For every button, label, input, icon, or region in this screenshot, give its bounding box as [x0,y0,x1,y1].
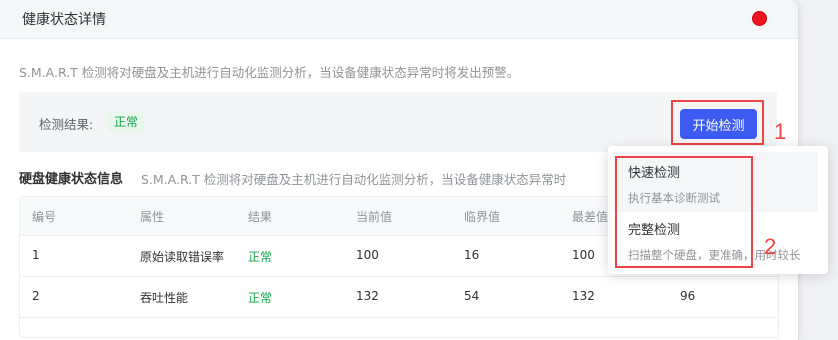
panel-title: 健康状态详情 [22,12,106,28]
result-box: 检测结果: 正常 [19,92,777,152]
status-badge: 正常 [108,112,145,132]
cell-attribute: 吞吐性能 [140,291,189,305]
cell-id: 2 [32,289,40,303]
cell-threshold: 16 [464,248,480,262]
cell-current: 100 [356,248,379,262]
cell-result: 正常 [248,250,273,264]
dropdown-highlight [615,156,753,268]
column-header-current: 当前值 [356,210,393,224]
annotation-marker-2: 2 [764,234,777,259]
cell-current: 132 [356,289,379,303]
cell-id: 1 [32,248,40,262]
cell-worst: 100 [572,248,595,262]
panel-header: 健康状态详情 [0,0,798,39]
cell-worst: 132 [572,289,595,303]
start-check-button[interactable]: 开始检测 [680,109,757,139]
annotation-marker-1: 1 [774,119,787,144]
result-label: 检测结果: [39,117,94,132]
table-row: 2 吞吐性能 正常 132 54 132 96 [20,277,778,318]
column-header-worst: 最差值 [572,210,609,224]
column-header-threshold: 临界值 [464,210,501,224]
close-icon[interactable] [752,11,767,26]
cell-extra: 96 [680,289,696,303]
section-title: 硬盘健康状态信息 [19,172,124,187]
cell-threshold: 54 [464,289,480,303]
intro-text: S.M.A.R.T 检测将对硬盘及主机进行自动化监测分析，当设备健康状态异常时将… [19,65,520,80]
cell-attribute: 原始读取错误率 [140,250,225,264]
column-header-id: 编号 [32,210,57,224]
section-desc: S.M.A.R.T 检测将对硬盘及主机进行自动化监测分析，当设备健康状态异常时 [141,172,567,187]
cell-result: 正常 [248,291,273,305]
column-header-attribute: 属性 [140,210,165,224]
column-header-result: 结果 [248,210,273,224]
